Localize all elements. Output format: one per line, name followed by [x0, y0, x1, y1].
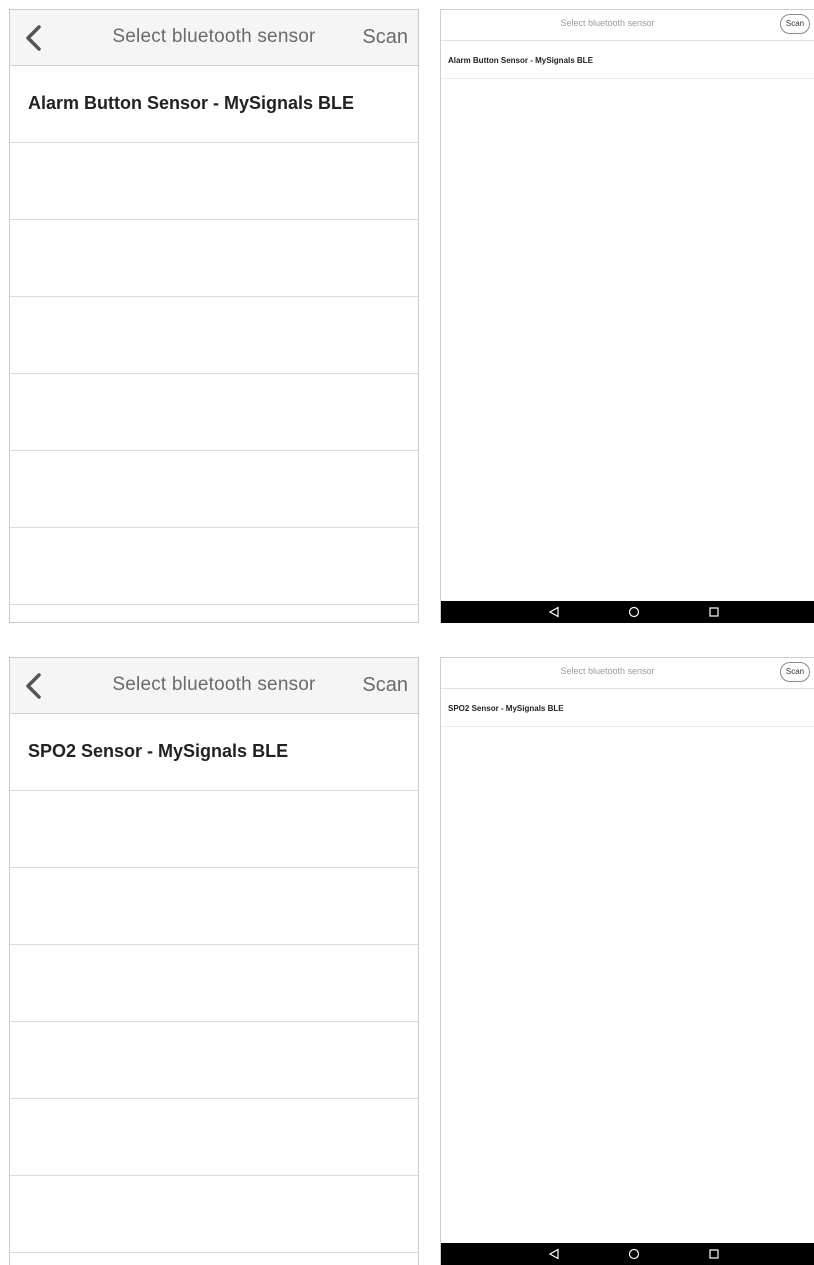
list-item-empty — [10, 297, 418, 374]
list-item-empty — [10, 374, 418, 451]
sensor-name: Alarm Button Sensor - MySignals BLE — [448, 56, 593, 65]
ios-screen-2: Select bluetooth sensor Scan SPO2 Sensor… — [9, 657, 419, 1265]
android-app-bar: Select bluetooth sensor Scan — [441, 10, 814, 41]
list-item-empty — [10, 791, 418, 868]
scan-button[interactable]: Scan — [780, 662, 810, 682]
android-app-bar: Select bluetooth sensor Scan — [441, 658, 814, 689]
list-item[interactable]: SPO2 Sensor - MySignals BLE — [10, 714, 418, 791]
triangle-back-icon[interactable] — [548, 606, 560, 618]
square-recents-icon[interactable] — [708, 1248, 720, 1260]
list-item[interactable]: SPO2 Sensor - MySignals BLE — [441, 689, 814, 727]
list-item-empty — [10, 220, 418, 297]
page-title: Select bluetooth sensor — [112, 674, 316, 695]
page-title: Select bluetooth sensor — [560, 666, 655, 676]
android-system-navbar — [441, 601, 814, 623]
ios-navbar: Select bluetooth sensor Scan — [10, 10, 418, 66]
android-screen-2: Select bluetooth sensor Scan SPO2 Sensor… — [440, 657, 814, 1265]
list-item-empty — [10, 1176, 418, 1253]
ios-navbar: Select bluetooth sensor Scan — [10, 658, 418, 714]
scan-button[interactable]: Scan — [362, 26, 408, 49]
triangle-back-icon[interactable] — [548, 1248, 560, 1260]
list-item-empty — [10, 945, 418, 1022]
ios-screen-1: Select bluetooth sensor Scan Alarm Butto… — [9, 9, 419, 623]
page-title: Select bluetooth sensor — [112, 26, 316, 47]
square-recents-icon[interactable] — [708, 606, 720, 618]
sensor-name: Alarm Button Sensor - MySignals BLE — [28, 93, 355, 113]
sensor-name: SPO2 Sensor - MySignals BLE — [448, 704, 564, 713]
list-item-empty — [10, 1099, 418, 1176]
android-system-navbar — [441, 1243, 814, 1265]
circle-home-icon[interactable] — [628, 606, 640, 618]
list-item-empty — [10, 451, 418, 528]
list-item-empty — [10, 143, 418, 220]
list-item-empty — [10, 528, 418, 605]
list-item-empty — [10, 868, 418, 945]
sensor-name: SPO2 Sensor - MySignals BLE — [28, 741, 289, 761]
list-item[interactable]: Alarm Button Sensor - MySignals BLE — [441, 41, 814, 79]
page-title: Select bluetooth sensor — [560, 18, 655, 28]
android-screen-1: Select bluetooth sensor Scan Alarm Butto… — [440, 9, 814, 623]
list-item[interactable]: Alarm Button Sensor - MySignals BLE — [10, 66, 418, 143]
scan-button[interactable]: Scan — [780, 14, 810, 34]
list-item-empty — [10, 1022, 418, 1099]
scan-button[interactable]: Scan — [362, 674, 408, 697]
circle-home-icon[interactable] — [628, 1248, 640, 1260]
